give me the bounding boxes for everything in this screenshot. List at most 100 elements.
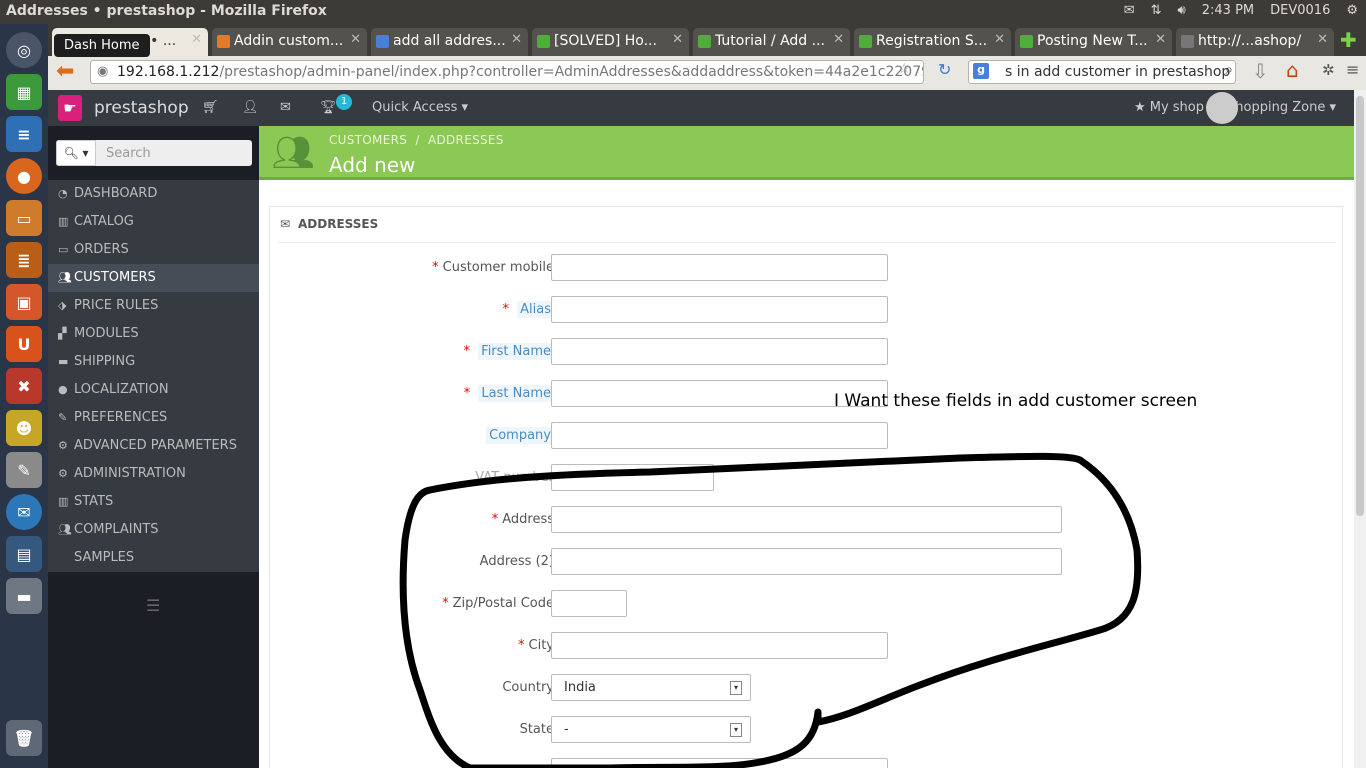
cart-icon[interactable]: 🛒︎ <box>202 100 219 115</box>
trash-icon[interactable]: 🗑︎ <box>6 720 42 756</box>
sidebar-item-shipping[interactable]: ▬ SHIPPING <box>48 348 259 376</box>
reload-icon[interactable]: ↻ <box>938 60 951 79</box>
volume-icon[interactable]: 🔊︎ <box>1178 3 1186 18</box>
prestashop-logo[interactable]: prestashop <box>94 98 189 118</box>
url-bar[interactable]: ◉ 192.168.1.212/prestashop/admin-panel/in… <box>90 60 924 84</box>
close-icon[interactable]: ✕ <box>1155 32 1166 47</box>
address-input[interactable] <box>551 506 1062 533</box>
drive-icon[interactable]: ▬ <box>6 578 42 614</box>
state-select[interactable]: - ▾ <box>551 716 751 743</box>
close-icon[interactable]: ✕ <box>994 32 1005 47</box>
sidebar-item-administration[interactable]: ⚙ ADMINISTRATION <box>48 460 259 488</box>
sidebar-item-complaints[interactable]: 👥︎ COMPLAINTS <box>48 516 259 544</box>
search-bar[interactable]: g s in add customer in prestashop ⌕ <box>968 60 1236 84</box>
sidebar-item-orders[interactable]: ▭ ORDERS <box>48 236 259 264</box>
sidebar-item-advanced-parameters[interactable]: ⚙ ADVANCED PARAMETERS <box>48 432 259 460</box>
settings-icon[interactable]: ✖ <box>6 368 42 404</box>
hand-logo-icon[interactable]: ☛ <box>58 95 82 121</box>
back-arrow-icon[interactable]: ⬅ <box>56 59 74 84</box>
breadcrumb-addresses[interactable]: ADDRESSES <box>428 133 504 147</box>
files-icon[interactable]: ▭ <box>6 200 42 236</box>
pidgin-icon[interactable]: ☻ <box>6 410 42 446</box>
google-icon[interactable]: g <box>973 63 989 79</box>
tab-registration[interactable]: Registration S... ✕ <box>854 28 1011 56</box>
thunderbird-icon[interactable]: ✉ <box>6 494 42 530</box>
sidebar-item-modules[interactable]: ▞ MODULES <box>48 320 259 348</box>
impress-icon[interactable]: ≣ <box>6 242 42 278</box>
close-icon[interactable]: ✕ <box>672 32 683 47</box>
address2-input[interactable] <box>551 548 1062 575</box>
sidebar-item-label: ORDERS <box>74 242 129 257</box>
customer-mobile-input[interactable] <box>551 254 888 281</box>
employee-menu[interactable]: Shopping Zone ▾ <box>1227 100 1336 115</box>
breadcrumb-customers[interactable]: CUSTOMERS <box>329 133 407 147</box>
country-select[interactable]: India ▾ <box>551 674 751 701</box>
sidebar-item-stats[interactable]: ▥ STATS <box>48 488 259 516</box>
clock[interactable]: 2:43 PM <box>1202 3 1254 18</box>
sidebar-item-price-rules[interactable]: ⬗ PRICE RULES <box>48 292 259 320</box>
bookmark-star-icon[interactable]: ☆ <box>898 61 911 77</box>
city-input[interactable] <box>551 632 888 659</box>
zip-label: * Zip/Postal Code <box>442 596 554 611</box>
home-icon[interactable]: ⌂ <box>1286 58 1299 82</box>
tab-posting-new[interactable]: Posting New T... ✕ <box>1015 28 1172 56</box>
close-icon[interactable]: ✕ <box>833 32 844 47</box>
sidebar-item-catalog[interactable]: ▥ CATALOG <box>48 208 259 236</box>
next-field-input[interactable] <box>551 758 888 768</box>
page-scrollbar[interactable] <box>1354 90 1366 768</box>
close-icon[interactable]: ✕ <box>350 32 361 47</box>
sidebar-item-customers[interactable]: 👥︎ CUSTOMERS <box>48 264 259 292</box>
close-icon[interactable]: ✕ <box>1317 32 1328 47</box>
quick-access-menu[interactable]: Quick Access ▾ <box>372 100 468 115</box>
tab-solved[interactable]: [SOLVED] Ho... ✕ <box>532 28 689 56</box>
addon-icon[interactable]: ✲ <box>1322 61 1335 79</box>
spreadsheet-icon[interactable]: ▦ <box>6 74 42 110</box>
scrollbar-thumb[interactable] <box>1356 96 1364 516</box>
dash-home-icon[interactable]: ◎ <box>6 32 42 68</box>
writer-icon[interactable]: ≡ <box>6 116 42 152</box>
search-scope-button[interactable]: 🔍︎ ▾ <box>56 140 96 166</box>
ubuntu-one-icon[interactable]: U <box>6 326 42 362</box>
company-input[interactable] <box>551 422 888 449</box>
network-icon[interactable]: ⇅ <box>1151 3 1162 18</box>
menu-icon[interactable]: ≡ <box>1346 60 1359 79</box>
text-editor-icon[interactable]: ✎ <box>6 452 42 488</box>
firefox-icon[interactable]: ● <box>6 158 42 194</box>
sidebar-search-input[interactable]: Search <box>106 146 151 161</box>
sidebar-item-samples[interactable]: SAMPLES <box>48 544 259 572</box>
label-text: First Name <box>478 343 554 360</box>
user-name[interactable]: DEV0016 <box>1270 3 1330 18</box>
software-center-icon[interactable]: ▣ <box>6 284 42 320</box>
alias-input[interactable] <box>551 296 888 323</box>
terminal-icon[interactable]: ▤ <box>6 536 42 572</box>
vat-number-input[interactable] <box>551 464 714 491</box>
trophy-icon[interactable]: 🏆︎ <box>320 100 337 115</box>
first-name-input[interactable] <box>551 338 888 365</box>
sidebar-item-dashboard[interactable]: ◔ DASHBOARD <box>48 180 259 208</box>
caret-down-icon: ▾ <box>82 146 89 160</box>
tab-addin-custom[interactable]: Addin custom... ✕ <box>212 28 367 56</box>
gear-icon[interactable]: ⚙ <box>1346 3 1358 18</box>
tab-favicon-icon <box>217 35 230 48</box>
tab-label: add all addres... <box>393 33 506 49</box>
close-icon[interactable]: ✕ <box>191 32 202 47</box>
tab-add-all-addresses[interactable]: add all addres... ✕ <box>371 28 528 56</box>
sidebar-item-label: PREFERENCES <box>74 410 168 425</box>
customer-icon[interactable]: 👤︎ <box>242 100 259 115</box>
tab-tutorial[interactable]: Tutorial / Add ... ✕ <box>693 28 850 56</box>
downloads-icon[interactable]: ⇩ <box>1252 59 1269 83</box>
tab-http[interactable]: http://...ashop/ ✕ <box>1176 28 1334 56</box>
close-icon[interactable]: ✕ <box>511 32 522 47</box>
zip-input[interactable] <box>551 590 627 617</box>
sidebar-item-preferences[interactable]: ✎ PREFERENCES <box>48 404 259 432</box>
globe-icon: ◉ <box>97 64 109 79</box>
address-label: * Address <box>491 512 554 527</box>
group-icon: 👥︎ <box>271 133 315 173</box>
new-tab-icon[interactable]: ✚ <box>1340 28 1357 52</box>
collapse-menu-icon[interactable]: ☰ <box>146 596 160 615</box>
my-shop-link[interactable]: ★ My shop <box>1134 100 1204 115</box>
search-icon[interactable]: ⌕ <box>1225 62 1233 78</box>
sidebar-item-localization[interactable]: ● LOCALIZATION <box>48 376 259 404</box>
message-icon[interactable]: ✉ <box>280 100 291 115</box>
mail-icon[interactable]: ✉ <box>1124 3 1135 18</box>
